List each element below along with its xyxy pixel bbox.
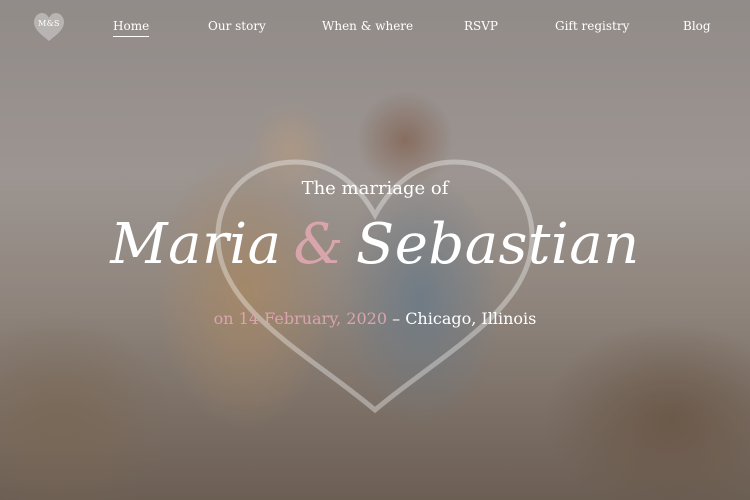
wedding-date-location: on 14 February, 2020 – Chicago, Illinois [0, 309, 750, 328]
bride-name: Maria [110, 212, 282, 277]
nav-blog[interactable]: Blog [683, 19, 711, 33]
groom-name: Sebastian [355, 212, 640, 277]
wedding-location: Chicago, Illinois [405, 309, 537, 328]
nav-home[interactable]: Home [113, 19, 150, 37]
wedding-date: on 14 February, 2020 [213, 309, 388, 328]
monogram-logo[interactable]: M&S [33, 12, 65, 42]
couple-names: Maria & Sebastian [0, 212, 750, 277]
nav-gift-registry[interactable]: Gift registry [555, 19, 629, 33]
top-navigation: M&S Home Our story When & where RSVP Gif… [0, 0, 750, 54]
ampersand: & [293, 212, 344, 277]
nav-rsvp[interactable]: RSVP [464, 19, 498, 33]
nav-our-story[interactable]: Our story [208, 19, 266, 33]
hero-intro-text: The marriage of [301, 178, 449, 199]
date-separator: – [387, 309, 406, 328]
nav-when-where[interactable]: When & where [322, 19, 413, 33]
monogram-text: M&S [38, 19, 60, 28]
